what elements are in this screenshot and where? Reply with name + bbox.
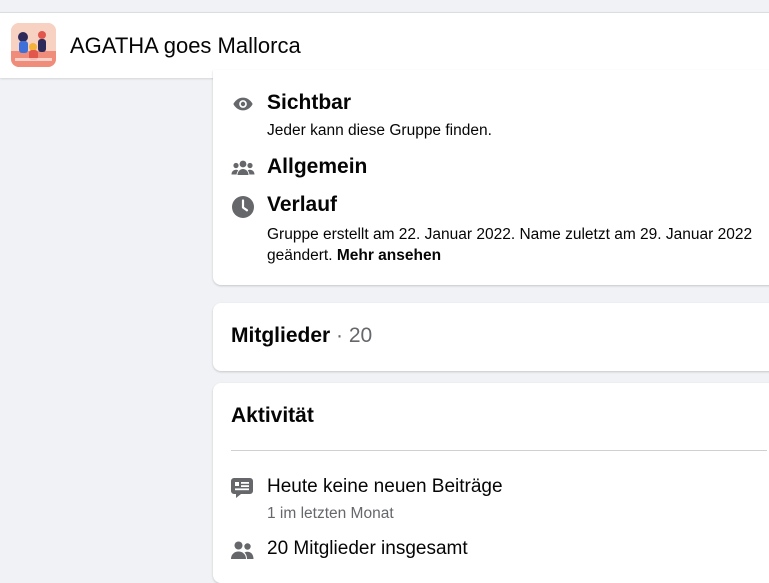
history-description: Gruppe erstellt am 22. Januar 2022. Name… xyxy=(267,224,767,266)
chat-icon xyxy=(230,476,254,500)
visibility-title: Sichtbar xyxy=(267,91,352,114)
members-separator: · xyxy=(336,324,344,347)
group-avatar[interactable] xyxy=(11,23,56,67)
members-heading: Mitglieder · 20 xyxy=(231,324,372,348)
group-cover-illustration xyxy=(11,23,56,67)
activity-posts-text: Heute keine neuen Beiträge xyxy=(267,476,503,497)
about-card: Sichtbar Jeder kann diese Gruppe finden.… xyxy=(213,70,769,285)
history-title: Verlauf xyxy=(267,193,338,216)
visibility-description: Jeder kann diese Gruppe finden. xyxy=(267,122,492,139)
activity-members-text: 20 Mitglieder insgesamt xyxy=(267,538,468,559)
members-card[interactable]: Mitglieder · 20 xyxy=(213,303,769,371)
more-link[interactable]: Mehr ansehen xyxy=(337,247,441,264)
clock-icon xyxy=(231,195,255,219)
activity-posts-subtext: 1 im letzten Monat xyxy=(267,505,394,522)
group-title[interactable]: AGATHA goes Mallorca xyxy=(70,33,301,59)
eye-icon xyxy=(231,92,255,116)
top-strip xyxy=(0,0,769,12)
members-title: Mitglieder xyxy=(231,324,331,347)
activity-title: Aktivität xyxy=(231,404,314,427)
activity-card: Aktivität Heute keine neuen Beiträge 1 i… xyxy=(213,383,769,583)
people-icon xyxy=(230,538,254,562)
divider xyxy=(231,450,767,451)
group-header: AGATHA goes Mallorca xyxy=(0,12,769,78)
members-count: 20 xyxy=(348,324,373,347)
general-title: Allgemein xyxy=(267,155,368,178)
people-icon xyxy=(231,156,255,180)
